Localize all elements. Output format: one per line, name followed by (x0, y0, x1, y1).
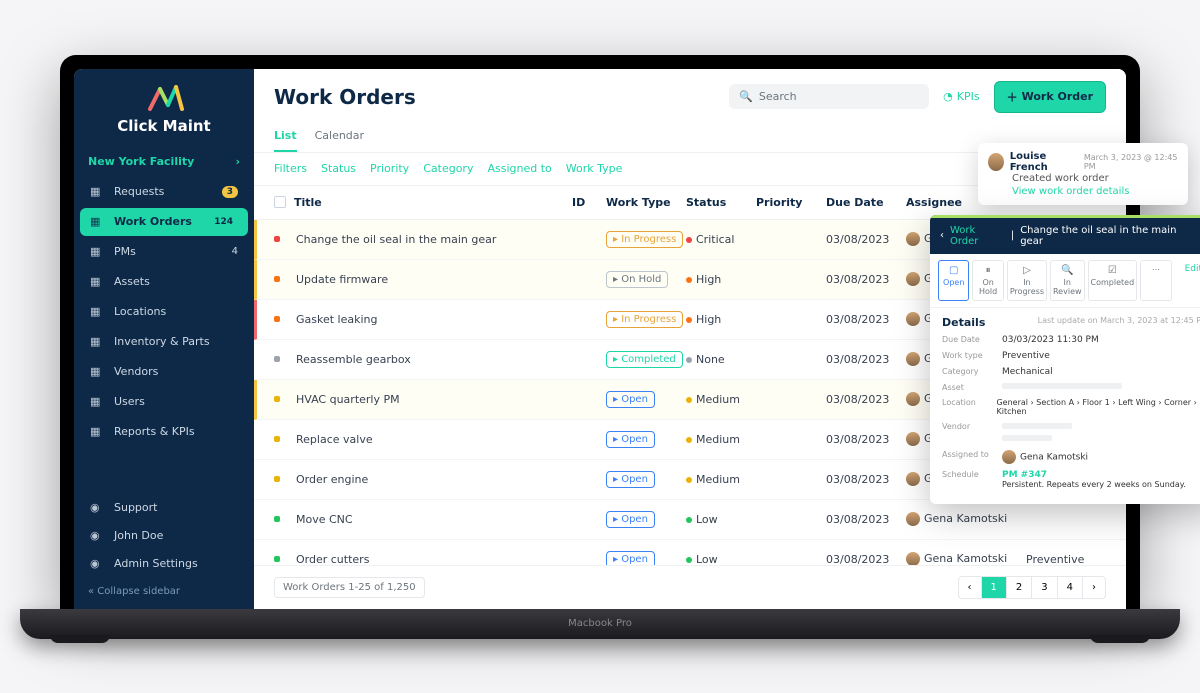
page-3[interactable]: 3 (1032, 577, 1057, 598)
nav-icon: ▦ (90, 395, 104, 409)
avatar (988, 153, 1004, 171)
work-order-detail-panel: ‹Work Order|Change the oil seal in the m… (930, 215, 1200, 504)
nav-icon: ▦ (90, 335, 104, 349)
sidebar-item-pms[interactable]: ▦PMs4 (80, 238, 248, 266)
nav-icon: ▦ (90, 365, 104, 379)
view-details-link[interactable]: View work order details (1012, 186, 1178, 197)
sidebar-item-inventory-parts[interactable]: ▦Inventory & Parts (80, 328, 248, 356)
gauge-icon: ◔ (943, 90, 953, 103)
tab-calendar[interactable]: Calendar (315, 123, 364, 152)
sidebar-item-admin-settings[interactable]: ◉Admin Settings (80, 550, 248, 578)
sidebar-item-work-orders[interactable]: ▦Work Orders124 (80, 208, 248, 236)
page-‹[interactable]: ‹ (959, 577, 982, 598)
filter-assigned-to[interactable]: Assigned to (487, 162, 551, 175)
filter-work-type[interactable]: Work Type (566, 162, 623, 175)
table-row[interactable]: Order cutters▸ OpenLow03/08/2023Gena Kam… (254, 540, 1126, 565)
nav-icon: ▦ (90, 425, 104, 439)
filter-filters[interactable]: Filters (274, 162, 307, 175)
page-4[interactable]: 4 (1058, 577, 1083, 598)
brand-name: Click Maint (117, 117, 210, 135)
nav-icon: ▦ (90, 305, 104, 319)
status-open[interactable]: ▢Open (938, 260, 969, 301)
nav-icon: ▦ (90, 245, 104, 259)
nav: ▦Requests3▦Work Orders124▦PMs4▦Assets▦Lo… (74, 178, 254, 494)
sidebar-item-vendors[interactable]: ▦Vendors (80, 358, 248, 386)
logo: Click Maint (74, 83, 254, 135)
nav-icon: ◉ (90, 501, 104, 515)
device-label: Macbook Pro (20, 609, 1180, 639)
table-row[interactable]: Move CNC▸ OpenLow03/08/2023Gena Kamotski (254, 500, 1126, 540)
status-in-review[interactable]: 🔍In Review (1050, 260, 1085, 301)
select-all-checkbox[interactable] (274, 196, 286, 208)
pagination: ‹1234› (958, 576, 1107, 599)
nav-icon: ◉ (90, 557, 104, 571)
page-title: Work Orders (274, 85, 416, 109)
page-1[interactable]: 1 (982, 577, 1007, 598)
more-button[interactable]: ⋯ (1140, 260, 1171, 301)
sidebar-item-requests[interactable]: ▦Requests3 (80, 178, 248, 206)
edit-button[interactable]: Edit (1175, 260, 1200, 301)
nav-icon: ▦ (90, 215, 104, 229)
nav-icon: ◉ (90, 529, 104, 543)
nav-icon: ▦ (90, 275, 104, 289)
sidebar-item-john-doe[interactable]: ◉John Doe (80, 522, 248, 550)
kpis-link[interactable]: ◔KPIs (943, 90, 979, 103)
page-2[interactable]: 2 (1007, 577, 1032, 598)
page-›[interactable]: › (1083, 577, 1105, 598)
sidebar-item-reports-kpis[interactable]: ▦Reports & KPIs (80, 418, 248, 446)
add-work-order-button[interactable]: ＋Work Order (994, 81, 1106, 113)
status-on-hold[interactable]: ⏸On Hold (972, 260, 1003, 301)
nav-icon: ▦ (90, 185, 104, 199)
filter-status[interactable]: Status (321, 162, 356, 175)
filter-priority[interactable]: Priority (370, 162, 409, 175)
facility-selector[interactable]: New York Facility› (88, 155, 240, 168)
sidebar: Click Maint New York Facility› ▦Requests… (74, 69, 254, 609)
page-info: Work Orders 1-25 of 1,250 (274, 577, 425, 598)
notification-popover: Louise FrenchMarch 3, 2023 @ 12:45 PM Cr… (978, 143, 1188, 205)
plus-icon: ＋ (1007, 89, 1018, 105)
status-in-progress[interactable]: ▷In Progress (1007, 260, 1047, 301)
sidebar-item-users[interactable]: ▦Users (80, 388, 248, 416)
search-input[interactable]: 🔍Search (729, 84, 929, 109)
filter-category[interactable]: Category (423, 162, 473, 175)
tab-list[interactable]: List (274, 123, 297, 152)
chevron-right-icon: › (235, 155, 240, 168)
collapse-sidebar[interactable]: « Collapse sidebar (88, 586, 240, 597)
sidebar-item-support[interactable]: ◉Support (80, 494, 248, 522)
status-completed[interactable]: ☑Completed (1088, 260, 1138, 301)
search-icon: 🔍 (739, 90, 753, 103)
sidebar-item-assets[interactable]: ▦Assets (80, 268, 248, 296)
back-icon[interactable]: ‹ (940, 230, 944, 241)
sidebar-item-locations[interactable]: ▦Locations (80, 298, 248, 326)
